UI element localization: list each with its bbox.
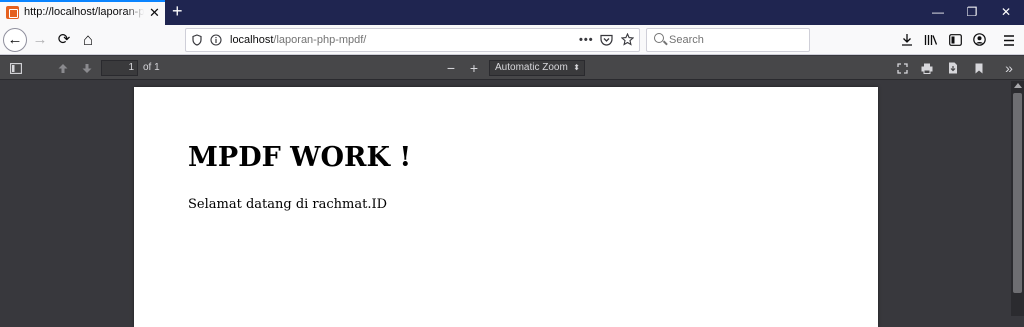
url-host: localhost bbox=[230, 34, 274, 46]
select-arrows-icon: ⬍ bbox=[573, 63, 580, 72]
shield-icon[interactable] bbox=[192, 29, 202, 51]
scroll-up-arrow-icon[interactable] bbox=[1014, 83, 1022, 88]
window-close-button[interactable]: ✕ bbox=[989, 0, 1023, 25]
url-bar[interactable]: localhost/laporan-php-mpdf/ ••• bbox=[185, 28, 640, 52]
tab-close-icon[interactable]: ✕ bbox=[149, 5, 160, 21]
xampp-favicon-icon bbox=[6, 6, 19, 19]
pocket-icon[interactable] bbox=[600, 29, 613, 51]
toggle-sidebar-icon[interactable] bbox=[8, 56, 24, 80]
scrollbar-thumb[interactable] bbox=[1013, 93, 1022, 293]
bookmark-icon[interactable] bbox=[972, 56, 986, 80]
home-button[interactable]: ⌂ bbox=[78, 25, 98, 55]
pdf-toolbar: 1 of 1 − + Automatic Zoom ⬍ » bbox=[0, 56, 1024, 80]
minimize-button[interactable]: — bbox=[921, 0, 955, 25]
page-actions-button[interactable]: ••• bbox=[579, 29, 594, 51]
tools-button[interactable]: » bbox=[1001, 56, 1017, 80]
zoom-select[interactable]: Automatic Zoom ⬍ bbox=[489, 60, 585, 76]
previous-page-icon[interactable] bbox=[56, 56, 70, 80]
tab-bar: http://localhost/laporan-php-mpdf/ ✕ + —… bbox=[0, 0, 1024, 25]
pdf-viewer[interactable]: MPDF WORK ! Selamat datang di rachmat.ID bbox=[0, 81, 1011, 327]
back-button[interactable]: ← bbox=[3, 28, 27, 52]
next-page-icon[interactable] bbox=[80, 56, 94, 80]
pdf-body-text: Selamat datang di rachmat.ID bbox=[188, 197, 388, 212]
print-icon[interactable] bbox=[920, 56, 934, 80]
search-input[interactable]: Search bbox=[669, 34, 704, 46]
search-bar[interactable]: Search bbox=[646, 28, 810, 52]
pdf-heading: MPDF WORK ! bbox=[188, 142, 412, 173]
info-icon[interactable] bbox=[210, 29, 222, 51]
navigation-toolbar: ← → ⟳ ⌂ localhost/laporan-php-mpdf/ ••• … bbox=[0, 25, 1024, 55]
page-count: of 1 bbox=[143, 62, 160, 73]
presentation-mode-icon[interactable] bbox=[895, 56, 909, 80]
sidebar-icon[interactable] bbox=[947, 25, 963, 55]
save-icon[interactable] bbox=[946, 56, 960, 80]
menu-icon[interactable] bbox=[1001, 25, 1017, 55]
restore-button[interactable]: ❐ bbox=[955, 0, 989, 25]
zoom-value: Automatic Zoom bbox=[495, 62, 568, 73]
url-text[interactable]: localhost/laporan-php-mpdf/ bbox=[230, 34, 366, 46]
pdf-page: MPDF WORK ! Selamat datang di rachmat.ID bbox=[134, 87, 878, 327]
download-icon[interactable] bbox=[899, 25, 915, 55]
zoom-out-button[interactable]: − bbox=[444, 56, 458, 80]
zoom-in-button[interactable]: + bbox=[467, 56, 481, 80]
tab-title: http://localhost/laporan-php-mpdf/ bbox=[24, 6, 144, 18]
new-tab-button[interactable]: + bbox=[172, 1, 183, 21]
account-icon[interactable] bbox=[971, 25, 987, 55]
library-icon[interactable] bbox=[923, 25, 939, 55]
active-tab[interactable]: http://localhost/laporan-php-mpdf/ ✕ bbox=[0, 0, 165, 25]
reload-button[interactable]: ⟳ bbox=[54, 25, 74, 55]
star-icon[interactable] bbox=[620, 29, 635, 51]
search-icon bbox=[654, 33, 664, 43]
page-number-input[interactable]: 1 bbox=[101, 60, 138, 76]
forward-button[interactable]: → bbox=[30, 25, 50, 55]
url-path: /laporan-php-mpdf/ bbox=[273, 34, 367, 46]
vertical-scrollbar[interactable] bbox=[1011, 81, 1024, 316]
